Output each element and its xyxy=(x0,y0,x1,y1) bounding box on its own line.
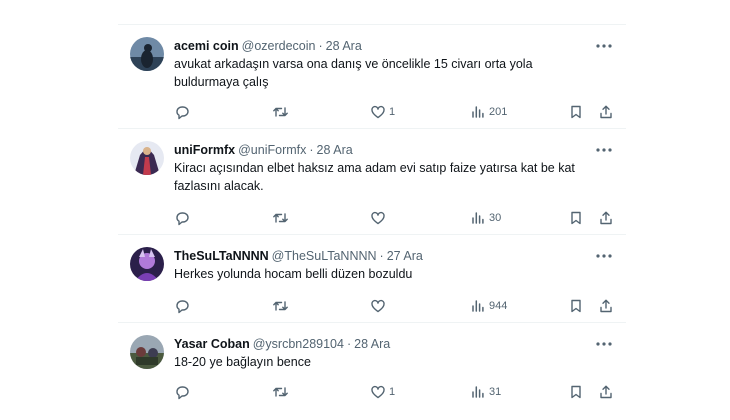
retweet-icon xyxy=(272,298,289,314)
tweet-text: Herkes yolunda hocam belli düzen bozuldu xyxy=(174,267,413,281)
avatar[interactable] xyxy=(130,37,164,71)
views-button[interactable]: 31 xyxy=(470,383,501,401)
more-icon[interactable] xyxy=(594,39,614,53)
views-icon xyxy=(470,384,486,400)
like-button[interactable] xyxy=(370,297,389,315)
tweet[interactable]: TheSuLTaNNNN @TheSuLTaNNNN · 27 Ara Herkes … xyxy=(118,234,626,323)
views-icon xyxy=(470,210,486,226)
like-button[interactable]: 1 xyxy=(370,383,395,401)
reply-icon xyxy=(174,384,190,400)
tweet-date[interactable]: 28 Ara xyxy=(326,39,362,53)
user-name[interactable]: acemi coin xyxy=(174,39,239,53)
like-count: 1 xyxy=(389,106,396,118)
share-button[interactable] xyxy=(598,297,614,315)
tweet-text: 18-20 ye bağlayın bence xyxy=(174,355,311,369)
tweet-header: acemi coin @ozerdecoin · 28 Ara xyxy=(174,37,614,55)
tweet-text: avukat arkadaşın varsa ona danış ve önce… xyxy=(174,57,533,89)
user-name[interactable]: Yasar Coban xyxy=(174,337,250,351)
tweet-date[interactable]: 27 Ara xyxy=(387,249,423,263)
share-icon xyxy=(598,104,614,120)
user-handle[interactable]: @ozerdecoin xyxy=(242,39,316,53)
more-icon[interactable] xyxy=(594,249,614,263)
views-button[interactable]: 944 xyxy=(470,297,507,315)
tweet[interactable]: acemi coin @ozerdecoin · 28 Ara avukat arka… xyxy=(118,24,626,129)
like-button[interactable] xyxy=(370,209,389,227)
share-icon xyxy=(598,298,614,314)
bookmark-button[interactable] xyxy=(568,209,584,227)
reply-icon xyxy=(174,210,190,226)
views-button[interactable]: 30 xyxy=(470,209,501,227)
like-icon xyxy=(370,384,386,400)
bookmark-icon xyxy=(568,384,584,400)
reply-icon xyxy=(174,298,190,314)
bookmark-button[interactable] xyxy=(568,383,584,401)
retweet-button[interactable] xyxy=(272,209,292,227)
user-name[interactable]: TheSuLTaNNNN xyxy=(174,249,269,263)
retweet-button[interactable] xyxy=(272,297,292,315)
tweet-text: Kiracı açısından elbet haksız ama adam e… xyxy=(174,161,575,193)
views-icon xyxy=(470,298,486,314)
user-handle[interactable]: @ysrcbn289104 xyxy=(253,337,344,351)
retweet-icon xyxy=(272,104,289,120)
reply-icon xyxy=(174,104,190,120)
views-count: 30 xyxy=(489,212,502,224)
tweet-actions: 30 xyxy=(174,209,614,227)
reply-button[interactable] xyxy=(174,383,193,401)
retweet-icon xyxy=(272,210,289,226)
tweet[interactable]: Yasar Coban @ysrcbn289104 · 28 Ara 18-20 ye… xyxy=(118,322,626,420)
share-button[interactable] xyxy=(598,209,614,227)
tweet-header: uniFormfx @uniFormfx · 28 Ara xyxy=(174,141,614,159)
like-count: 1 xyxy=(389,386,396,398)
tweet-header: TheSuLTaNNNN @TheSuLTaNNNN · 27 Ara xyxy=(174,247,614,265)
more-icon[interactable] xyxy=(594,143,614,157)
tweet[interactable]: uniFormfx @uniFormfx · 28 Ara Kiracı açısın… xyxy=(118,128,626,235)
separator: · xyxy=(309,143,314,157)
share-button[interactable] xyxy=(598,103,614,121)
bookmark-button[interactable] xyxy=(568,103,584,121)
like-icon xyxy=(370,210,386,226)
share-icon xyxy=(598,384,614,400)
share-button[interactable] xyxy=(598,383,614,401)
separator: · xyxy=(346,337,352,351)
views-count: 31 xyxy=(489,386,502,398)
retweet-button[interactable] xyxy=(272,383,292,401)
avatar[interactable] xyxy=(130,247,164,281)
more-icon[interactable] xyxy=(594,337,614,351)
bookmark-icon xyxy=(568,210,584,226)
separator: · xyxy=(318,39,323,53)
share-icon xyxy=(598,210,614,226)
tweet-actions: 1 201 xyxy=(174,103,614,121)
like-button[interactable]: 1 xyxy=(370,103,395,121)
like-icon xyxy=(370,104,386,120)
tweet-date[interactable]: 28 Ara xyxy=(317,143,353,157)
bookmark-icon xyxy=(568,298,584,314)
avatar[interactable] xyxy=(130,141,164,175)
reply-button[interactable] xyxy=(174,103,193,121)
user-handle[interactable]: @TheSuLTaNNNN xyxy=(272,249,377,263)
user-handle[interactable]: @uniFormfx xyxy=(238,143,306,157)
tweet-date[interactable]: 28 Ara xyxy=(354,337,390,351)
reply-button[interactable] xyxy=(174,209,193,227)
bookmark-icon xyxy=(568,104,584,120)
bookmark-button[interactable] xyxy=(568,297,584,315)
separator: · xyxy=(379,249,384,263)
user-name[interactable]: uniFormfx xyxy=(174,143,235,157)
like-icon xyxy=(370,298,386,314)
tweet-actions: 944 xyxy=(174,297,614,315)
retweet-button[interactable] xyxy=(272,103,292,121)
reply-feed: acemi coin @ozerdecoin · 28 Ara avukat arka… xyxy=(118,24,626,420)
retweet-icon xyxy=(272,384,289,400)
views-button[interactable]: 201 xyxy=(470,103,507,121)
tweet-actions: 1 31 xyxy=(174,383,614,401)
tweet-header: Yasar Coban @ysrcbn289104 · 28 Ara xyxy=(174,335,614,353)
reply-button[interactable] xyxy=(174,297,193,315)
views-count: 201 xyxy=(489,106,508,118)
views-count: 944 xyxy=(489,300,508,312)
views-icon xyxy=(470,104,486,120)
avatar[interactable] xyxy=(130,335,164,369)
